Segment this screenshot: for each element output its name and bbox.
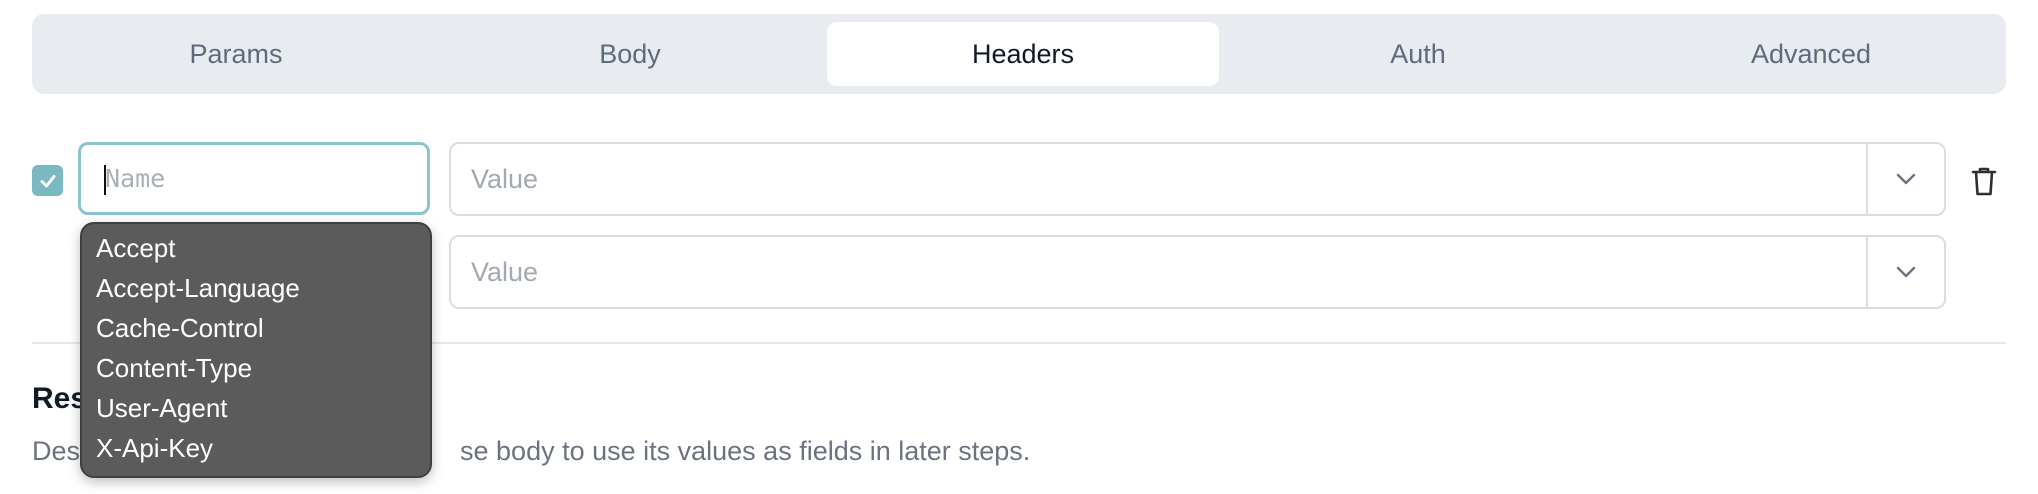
header-name-input[interactable] bbox=[78, 142, 430, 215]
check-icon bbox=[40, 174, 55, 187]
description-prefix: Des bbox=[32, 436, 81, 466]
value-dropdown-button[interactable] bbox=[1866, 237, 1944, 307]
tab-params[interactable]: Params bbox=[40, 22, 432, 86]
header-value-field bbox=[449, 235, 1946, 309]
request-tabs: Params Body Headers Auth Advanced bbox=[32, 14, 2006, 94]
suggestion-item[interactable]: User-Agent bbox=[96, 388, 228, 428]
tab-body[interactable]: Body bbox=[434, 22, 826, 86]
description-text: se body to use its values as fields in l… bbox=[460, 436, 1031, 466]
tab-auth[interactable]: Auth bbox=[1222, 22, 1614, 86]
chevron-down-icon bbox=[1896, 173, 1916, 185]
text-caret bbox=[104, 165, 106, 195]
trash-icon bbox=[1971, 167, 1997, 196]
header-value-field bbox=[449, 142, 1946, 216]
header-value-input[interactable] bbox=[451, 144, 1869, 214]
tab-advanced[interactable]: Advanced bbox=[1615, 22, 2007, 86]
header-value-input[interactable] bbox=[451, 237, 1869, 307]
header-name-suggestions: Accept Accept-Language Cache-Control Con… bbox=[80, 222, 432, 478]
suggestion-item[interactable]: X-Api-Key bbox=[96, 428, 213, 468]
delete-header-button[interactable] bbox=[1968, 164, 2000, 198]
header-enabled-checkbox[interactable] bbox=[32, 165, 63, 196]
value-dropdown-button[interactable] bbox=[1866, 144, 1944, 214]
suggestion-item[interactable]: Accept bbox=[96, 228, 176, 268]
response-section-title: Res bbox=[32, 382, 88, 415]
suggestion-item[interactable]: Content-Type bbox=[96, 348, 252, 388]
suggestion-item[interactable]: Accept-Language bbox=[96, 268, 300, 308]
chevron-down-icon bbox=[1896, 266, 1916, 278]
tab-headers[interactable]: Headers bbox=[827, 22, 1219, 86]
suggestion-item[interactable]: Cache-Control bbox=[96, 308, 264, 348]
